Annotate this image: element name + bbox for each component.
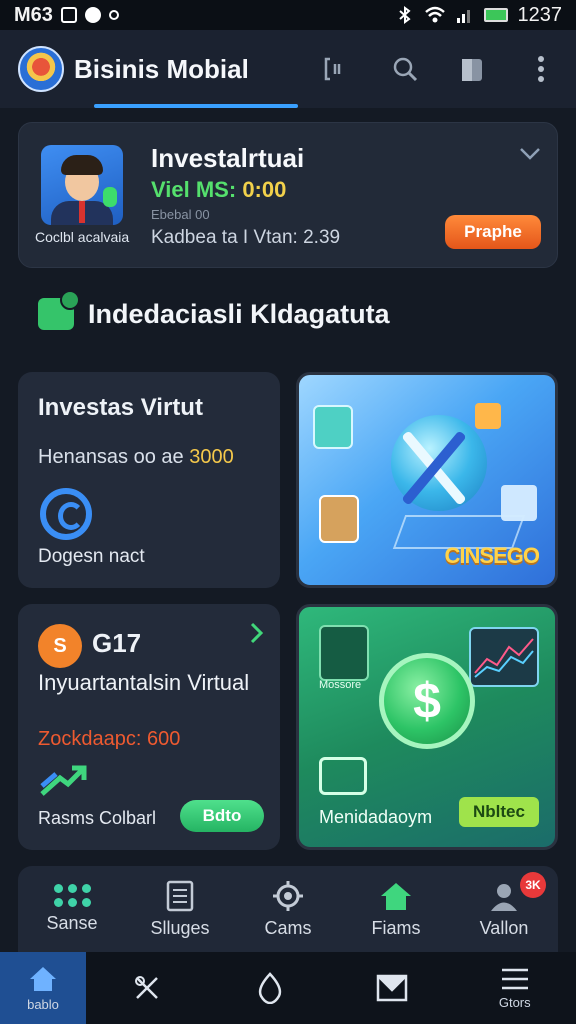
subnav-item-vallon[interactable]: 3K Vallon bbox=[454, 871, 554, 939]
bottom-navigation: bablo Gtors bbox=[0, 952, 576, 1024]
tile-sub-value: 3000 bbox=[189, 446, 234, 468]
tile-title: Inyuartantalsin Virtual bbox=[38, 670, 250, 695]
home-icon bbox=[381, 882, 411, 910]
card-green-line: Viel MS: 0:00 bbox=[151, 177, 286, 203]
avatar bbox=[41, 145, 123, 225]
tile-title: Investas Virtut bbox=[38, 394, 203, 421]
app-title: Bisinis Mobial bbox=[74, 53, 249, 84]
status-bar: M63 1237 bbox=[0, 0, 576, 30]
wifi-icon bbox=[424, 6, 445, 23]
app-logo[interactable] bbox=[18, 46, 64, 92]
investment-summary-card[interactable]: Coclbl acalvaia Investalrtuai Viel MS: 0… bbox=[18, 122, 558, 268]
chevron-down-icon[interactable] bbox=[519, 141, 541, 167]
bottom-nav-mail[interactable] bbox=[331, 952, 454, 1024]
avatar-caption: Coclbl acalvaia bbox=[35, 229, 130, 245]
subnav-label: Slluges bbox=[150, 917, 210, 938]
section-icon bbox=[38, 290, 80, 330]
subnav-item-fiams[interactable]: Fiams bbox=[346, 880, 446, 939]
chevron-right-icon[interactable] bbox=[250, 622, 264, 651]
shield-icon bbox=[319, 625, 369, 681]
bottom-nav-tools[interactable] bbox=[86, 952, 209, 1024]
trend-arrow-icon bbox=[40, 765, 87, 796]
chart-card-icon bbox=[313, 405, 353, 449]
mail-icon bbox=[377, 974, 408, 1002]
subnav-item-sanse[interactable]: Sanse bbox=[22, 884, 122, 934]
menu-icon bbox=[501, 968, 528, 989]
tab-indicator bbox=[94, 104, 298, 108]
user-icon bbox=[491, 883, 517, 911]
search-icon[interactable] bbox=[388, 52, 422, 86]
tile-sub-label: Henansas oo ae bbox=[38, 446, 184, 468]
chart-screen-icon bbox=[469, 627, 539, 687]
subnav-label: Sanse bbox=[46, 913, 98, 933]
speaker-icon[interactable] bbox=[456, 52, 490, 86]
signal-icon bbox=[456, 10, 470, 23]
card-info-line: Kadbea ta I Vtan: 2.39 bbox=[151, 227, 341, 248]
green-label: Viel MS: bbox=[151, 177, 237, 202]
subnav-item-slluges[interactable]: Slluges bbox=[130, 880, 230, 939]
notification-square-icon bbox=[60, 7, 77, 23]
coin-badge-icon: S bbox=[38, 624, 82, 668]
microphone-icon bbox=[103, 187, 117, 207]
app-bar: Bisinis Mobial bbox=[0, 30, 576, 108]
green-value: 0:00 bbox=[242, 177, 287, 202]
illustration-tile-blue[interactable]: CINSEGO bbox=[296, 372, 558, 588]
camera-icon bbox=[319, 757, 367, 795]
sub-navigation: Sanse Slluges Cams Fiams 3K Vallon bbox=[18, 866, 558, 952]
refresh-icon bbox=[40, 488, 92, 540]
document-icon bbox=[166, 880, 194, 911]
tile-number: G17 bbox=[92, 628, 142, 658]
bracket-icon[interactable] bbox=[320, 52, 354, 86]
status-left-text: M63 bbox=[14, 3, 53, 26]
dollar-coin-icon: $ bbox=[379, 653, 475, 749]
card-title: Investalrtuai bbox=[151, 143, 305, 173]
bottom-nav-menu[interactable]: Gtors bbox=[454, 952, 576, 1024]
more-vert-icon[interactable] bbox=[524, 52, 558, 86]
tile-footer: Menidadaoym bbox=[319, 807, 433, 827]
box-icon bbox=[319, 495, 359, 543]
notification-small-icon bbox=[108, 10, 119, 20]
bdto-button[interactable]: Bdto bbox=[180, 800, 264, 832]
subnav-label: Fiams bbox=[371, 917, 421, 938]
section-title: Indedaciasli Kldagatuta bbox=[88, 298, 390, 329]
nbltec-button[interactable]: Nbltec bbox=[459, 797, 539, 827]
bottom-nav-label: Gtors bbox=[498, 994, 531, 1010]
bluetooth-icon bbox=[398, 6, 411, 24]
gear-icon bbox=[273, 880, 303, 911]
tile-subtitle: Henansas oo ae 3000 bbox=[38, 446, 234, 469]
home-icon bbox=[30, 966, 56, 991]
praphe-button[interactable]: Praphe bbox=[445, 215, 541, 249]
bottom-nav-home[interactable]: bablo bbox=[0, 952, 86, 1024]
tile-footer: Dogesn nact bbox=[38, 546, 145, 567]
notification-dot-icon bbox=[84, 7, 101, 23]
tile-footer: Rasms Colbarl bbox=[38, 808, 157, 828]
status-clock: 1237 bbox=[517, 3, 563, 26]
investment-tile[interactable]: Investas Virtut Henansas oo ae 3000 Doge… bbox=[18, 372, 280, 588]
subnav-label: Vallon bbox=[479, 917, 529, 938]
subnav-item-cams[interactable]: Cams bbox=[238, 880, 338, 939]
bottom-nav-drop[interactable] bbox=[209, 952, 332, 1024]
notification-badge: 3K bbox=[520, 871, 546, 898]
virtual-investment-tile[interactable]: S G17 Inyuartantalsin Virtual Zockdaapc:… bbox=[18, 604, 280, 850]
subnav-label: Cams bbox=[264, 917, 312, 938]
tile-red-text: Zockdaapc: 600 bbox=[38, 728, 181, 750]
tools-icon bbox=[135, 976, 159, 999]
dots-grid-icon bbox=[53, 884, 91, 907]
tile-label: CINSEGO bbox=[444, 543, 540, 568]
shield-label: Mossore bbox=[319, 679, 362, 691]
bottom-nav-label: bablo bbox=[27, 996, 59, 1012]
card-small-text: Ebebal 00 bbox=[151, 207, 210, 222]
sticky-note-icon bbox=[475, 403, 501, 429]
section-header: Indedaciasli Kldagatuta bbox=[38, 290, 390, 330]
illustration-tile-green[interactable]: Mossore $ Menidadaoym Nbltec bbox=[296, 604, 558, 850]
battery-icon bbox=[483, 8, 508, 22]
drop-icon bbox=[258, 972, 281, 1004]
